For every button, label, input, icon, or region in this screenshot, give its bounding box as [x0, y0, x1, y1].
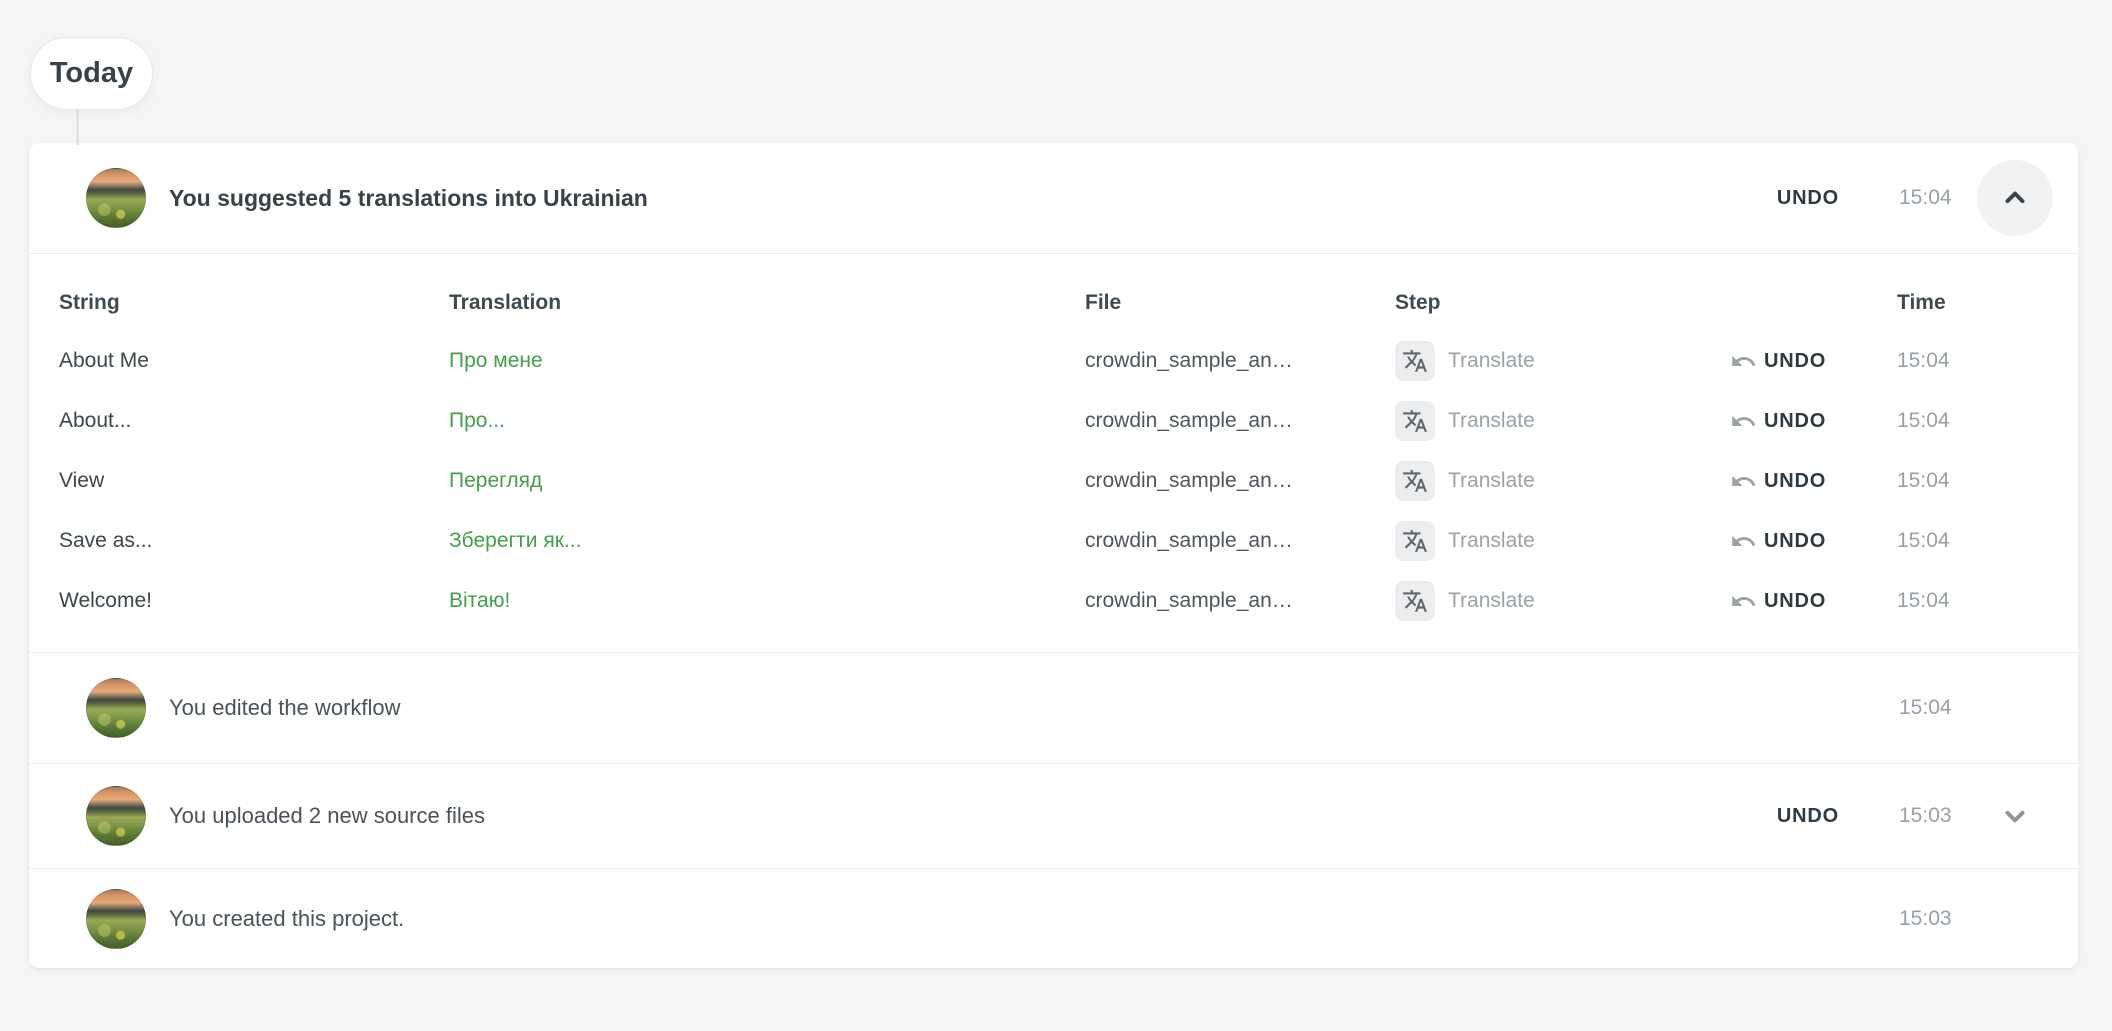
step-label: Translate: [1448, 469, 1535, 493]
row-undo-label: UNDO: [1764, 470, 1826, 493]
activity-time: 15:04: [1899, 186, 1967, 210]
column-header-file: File: [1085, 291, 1395, 315]
step-label: Translate: [1448, 589, 1535, 613]
row-time: 15:04: [1897, 529, 2054, 553]
source-string: About Me: [59, 349, 449, 373]
translate-icon: [1395, 341, 1435, 381]
row-time: 15:04: [1897, 409, 2054, 433]
translate-icon: [1395, 581, 1435, 621]
translate-icon: [1395, 401, 1435, 441]
file-name: crowdin_sample_an…: [1085, 349, 1395, 373]
activity-item-edited-workflow: You edited the workflow 15:04: [29, 652, 2078, 763]
user-avatar: [86, 786, 146, 846]
step-label: Translate: [1448, 409, 1535, 433]
row-undo-button[interactable]: UNDO: [1730, 528, 1897, 555]
chevron-up-icon: [2000, 183, 2030, 213]
workflow-step: Translate: [1395, 401, 1730, 441]
table-row: Welcome! Вітаю! crowdin_sample_an… Trans…: [59, 571, 2054, 631]
user-avatar: [86, 889, 146, 949]
step-label: Translate: [1448, 349, 1535, 373]
activity-feed-card: You suggested 5 translations into Ukrain…: [29, 143, 2078, 968]
row-undo-button[interactable]: UNDO: [1730, 408, 1897, 435]
timeline-date-label: Today: [50, 57, 133, 90]
collapse-toggle-button[interactable]: [1977, 160, 2053, 236]
source-string: About...: [59, 409, 449, 433]
workflow-step: Translate: [1395, 461, 1730, 501]
translation-link[interactable]: Про...: [449, 409, 1085, 433]
translations-table: String Translation File Step Time About …: [29, 253, 2078, 652]
timeline-date-badge: Today: [30, 37, 153, 110]
step-label: Translate: [1448, 529, 1535, 553]
source-string: Save as...: [59, 529, 449, 553]
undo-arrow-icon: [1730, 528, 1757, 555]
timeline-connector: [76, 105, 79, 145]
translate-icon: [1395, 521, 1435, 561]
activity-actions: UNDO 15:03: [1761, 778, 2053, 854]
undo-arrow-icon: [1730, 468, 1757, 495]
activity-title: You uploaded 2 new source files: [169, 803, 1761, 829]
translate-icon: [1395, 461, 1435, 501]
table-header-row: String Translation File Step Time: [59, 275, 2054, 331]
row-undo-label: UNDO: [1764, 410, 1826, 433]
user-avatar: [86, 678, 146, 738]
table-row: About... Про... crowdin_sample_an… Trans…: [59, 391, 2054, 451]
activity-title: You edited the workflow: [169, 695, 1761, 721]
table-row: Save as... Зберегти як... crowdin_sample…: [59, 511, 2054, 571]
row-time: 15:04: [1897, 469, 2054, 493]
row-undo-label: UNDO: [1764, 530, 1826, 553]
table-row: About Me Про мене crowdin_sample_an… Tra…: [59, 331, 2054, 391]
workflow-step: Translate: [1395, 581, 1730, 621]
column-header-string: String: [59, 291, 449, 315]
workflow-step: Translate: [1395, 521, 1730, 561]
undo-arrow-icon: [1730, 408, 1757, 435]
row-undo-button[interactable]: UNDO: [1730, 588, 1897, 615]
translation-link[interactable]: Вітаю!: [449, 589, 1085, 613]
undo-button[interactable]: UNDO: [1761, 187, 1839, 210]
activity-actions: 15:03: [1761, 881, 2053, 957]
file-name: crowdin_sample_an…: [1085, 409, 1395, 433]
column-header-time: Time: [1897, 291, 2054, 315]
activity-time: 15:04: [1899, 696, 1967, 720]
undo-button[interactable]: UNDO: [1761, 805, 1839, 828]
source-string: Welcome!: [59, 589, 449, 613]
activity-actions: 15:04: [1761, 670, 2053, 746]
user-avatar: [86, 168, 146, 228]
column-header-translation: Translation: [449, 291, 1085, 315]
undo-arrow-icon: [1730, 348, 1757, 375]
row-time: 15:04: [1897, 589, 2054, 613]
source-string: View: [59, 469, 449, 493]
column-header-step: Step: [1395, 291, 1730, 315]
chevron-down-icon: [2000, 801, 2030, 831]
row-time: 15:04: [1897, 349, 2054, 373]
activity-time: 15:03: [1899, 907, 1967, 931]
activity-title: You suggested 5 translations into Ukrain…: [169, 185, 1761, 212]
row-undo-button[interactable]: UNDO: [1730, 348, 1897, 375]
row-undo-label: UNDO: [1764, 590, 1826, 613]
undo-arrow-icon: [1730, 588, 1757, 615]
translation-link[interactable]: Зберегти як...: [449, 529, 1085, 553]
activity-item-suggested-translations: You suggested 5 translations into Ukrain…: [29, 143, 2078, 253]
activity-title: You created this project.: [169, 906, 1761, 932]
file-name: crowdin_sample_an…: [1085, 469, 1395, 493]
file-name: crowdin_sample_an…: [1085, 589, 1395, 613]
file-name: crowdin_sample_an…: [1085, 529, 1395, 553]
table-row: View Перегляд crowdin_sample_an… Transla…: [59, 451, 2054, 511]
activity-actions: UNDO 15:04: [1761, 160, 2053, 236]
row-undo-label: UNDO: [1764, 350, 1826, 373]
activity-item-uploaded-files: You uploaded 2 new source files UNDO 15:…: [29, 763, 2078, 868]
activity-time: 15:03: [1899, 804, 1967, 828]
row-undo-button[interactable]: UNDO: [1730, 468, 1897, 495]
activity-item-created-project: You created this project. 15:03: [29, 868, 2078, 968]
workflow-step: Translate: [1395, 341, 1730, 381]
expand-toggle-button[interactable]: [1977, 778, 2053, 854]
translation-link[interactable]: Перегляд: [449, 469, 1085, 493]
translation-link[interactable]: Про мене: [449, 349, 1085, 373]
